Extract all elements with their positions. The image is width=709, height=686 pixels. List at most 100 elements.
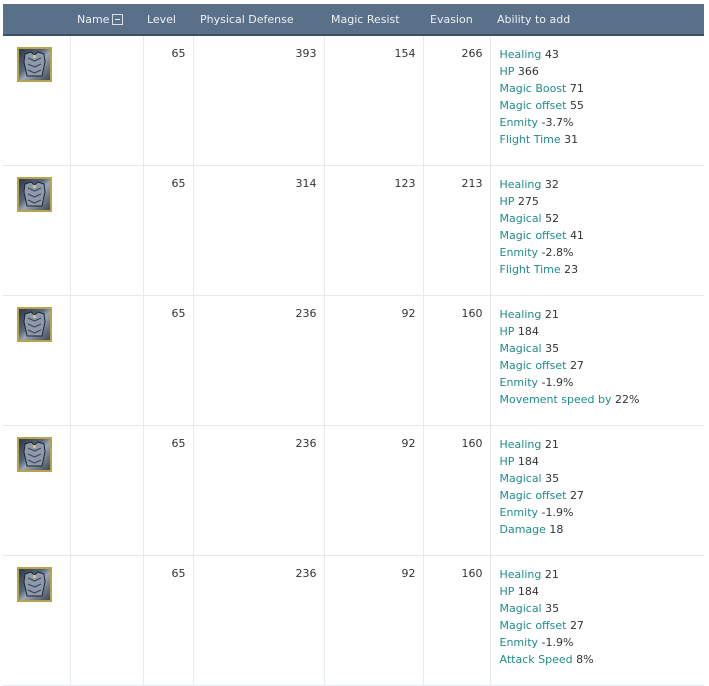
ability-value: 8% [576,653,594,666]
ability-value: 366 [517,65,539,78]
ability-name[interactable]: Magic offset [500,619,567,632]
armor-icon-blue-plate[interactable] [17,177,52,212]
level-cell: 65 [143,425,194,556]
ability-value: -1.9% [541,636,574,649]
ability-name[interactable]: Magic Boost [500,82,567,95]
evasion-cell: 160 [423,295,491,426]
ability-line: Movement speed by 22% [500,391,705,408]
ability-name[interactable]: Enmity [500,116,539,129]
ability-line: HP 184 [500,583,705,600]
table-row: 65 236 92 160 Healing 21 HP 184 Magical 35… [3,295,705,426]
ability-line: Magical 35 [500,470,705,487]
level-value: 65 [171,177,186,190]
ability-name[interactable]: Enmity [500,376,539,389]
icon-cell [3,295,71,426]
ability-value: -3.7% [541,116,574,129]
armor-icon-gold-trim[interactable] [17,47,52,82]
icon-cell [3,555,71,686]
ability-value: 52 [545,212,560,225]
ability-cell: Healing 43 HP 366 Magic Boost 71 Magic offs… [490,35,704,166]
ability-name[interactable]: Enmity [500,506,539,519]
ability-line: Flight Time 31 [500,131,705,148]
name-cell [70,555,144,686]
magic-resist-cell: 92 [324,555,424,686]
ability-name[interactable]: Magic offset [500,229,567,242]
name-column-header[interactable]: Name [70,4,143,36]
ability-value: 184 [517,455,539,468]
ability-name[interactable]: Flight Time [500,263,561,276]
evasion-value: 160 [461,567,483,580]
ability-name[interactable]: Magic offset [500,489,567,502]
ability-name[interactable]: HP [500,325,515,338]
armor-graphic-icon [23,571,46,597]
ability-name[interactable]: Movement speed by [500,393,612,406]
physical-defense-cell: 236 [193,555,325,686]
table-row: 65 393 154 266 Healing 43 HP 366 Magic Boo… [3,35,704,166]
evasion-value: 213 [461,177,483,190]
ability-column-header[interactable]: Ability to add [490,4,704,36]
ability-name[interactable]: Flight Time [500,133,561,146]
evasion-column-header[interactable]: Evasion [423,4,490,36]
ability-value: 23 [564,263,579,276]
ability-name[interactable]: Enmity [500,246,539,259]
ability-cell: Healing 21 HP 184 Magical 35 Magic offset 2… [490,555,705,686]
name-header-label: Name [77,12,110,26]
ability-name[interactable]: Healing [500,178,542,191]
ability-value: 35 [545,342,560,355]
ability-line: Magical 35 [500,340,705,357]
evasion-cell: 160 [423,555,491,686]
ability-value: -1.9% [541,506,574,519]
table-body: 65 393 154 266 Healing 43 HP 366 Magic Boo… [3,35,704,686]
ability-line: HP 275 [500,193,705,210]
ability-name[interactable]: Magical [500,602,542,615]
ability-name[interactable]: Magical [500,472,542,485]
ability-line: Magic offset 27 [500,357,705,374]
ability-value: 31 [564,133,579,146]
physical-defense-cell: 236 [193,295,325,426]
ability-value: 184 [517,325,539,338]
physical-defense-cell: 314 [193,165,325,296]
magic-resist-value: 92 [401,307,416,320]
ability-name[interactable]: HP [500,455,515,468]
evasion-value: 160 [461,307,483,320]
ability-name[interactable]: Healing [500,48,542,61]
ability-value: -1.9% [541,376,574,389]
ability-value: 184 [517,585,539,598]
ability-name[interactable]: HP [500,585,515,598]
ability-name[interactable]: HP [500,195,515,208]
ability-name[interactable]: Healing [500,568,542,581]
header-row: Name Level Physical Defense Magic Resist… [3,4,704,36]
collapse-toggle-icon[interactable] [112,13,124,25]
armor-stats-table-container: Name Level Physical Defense Magic Resist… [3,4,708,686]
icon-cell [3,425,71,556]
ability-name[interactable]: Enmity [500,636,539,649]
ability-name[interactable]: Magic offset [500,99,567,112]
physical-defense-column-header[interactable]: Physical Defense [193,4,324,36]
evasion-cell: 160 [423,425,491,556]
armor-icon-shoulders[interactable] [17,567,52,602]
table-row: 65 236 92 160 Healing 21 HP 184 Magical 35… [3,555,705,686]
ability-name[interactable]: Magic offset [500,359,567,372]
ability-line: Enmity -1.9% [500,504,705,521]
ability-name[interactable]: Attack Speed [500,653,573,666]
armor-graphic-icon [23,51,46,77]
ability-name[interactable]: Healing [500,438,542,451]
ability-line: Enmity -1.9% [500,374,705,391]
ability-value: 27 [569,489,584,502]
ability-line: HP 184 [500,453,705,470]
level-value: 65 [171,47,186,60]
armor-icon-pants[interactable] [17,307,52,342]
level-column-header[interactable]: Level [143,4,193,36]
ability-name[interactable]: Magical [500,342,542,355]
magic-resist-cell: 92 [324,425,424,556]
magic-resist-column-header[interactable]: Magic Resist [324,4,423,36]
level-cell: 65 [143,165,194,296]
magic-resist-cell: 92 [324,295,424,426]
ability-value: 35 [545,472,560,485]
armor-icon-boots[interactable] [17,437,52,472]
ability-name[interactable]: Damage [500,523,546,536]
ability-name[interactable]: Magical [500,212,542,225]
ability-name[interactable]: Healing [500,308,542,321]
table-row: 65 236 92 160 Healing 21 HP 184 Magical 35… [3,425,705,556]
ability-name[interactable]: HP [500,65,515,78]
